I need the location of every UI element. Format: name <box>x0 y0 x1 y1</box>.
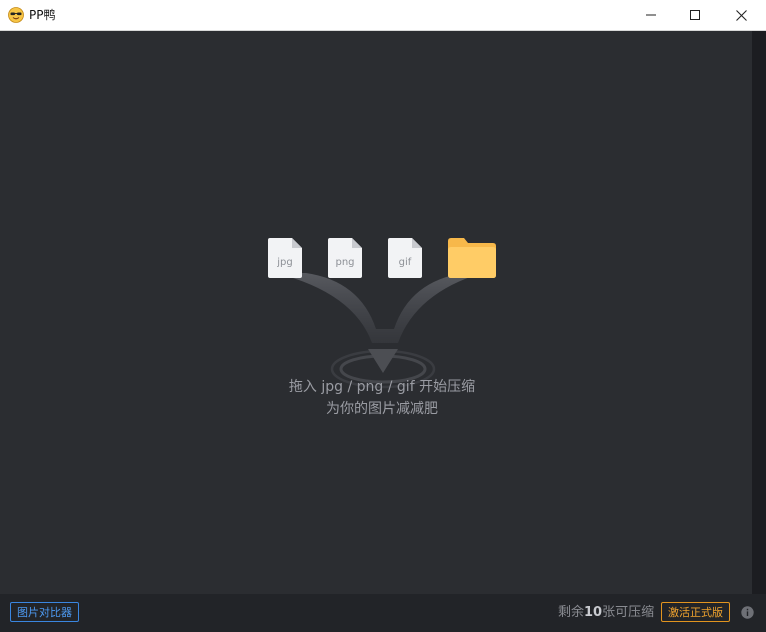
maximize-button[interactable] <box>672 0 718 30</box>
info-icon[interactable] <box>741 606 754 619</box>
image-compare-button[interactable]: 图片对比器 <box>10 602 79 622</box>
folder-icon <box>448 238 496 278</box>
minimize-icon <box>646 14 656 16</box>
file-gif-icon: gif <box>388 238 422 278</box>
close-icon <box>735 9 747 21</box>
drop-hint-primary: 拖入 jpg / png / gif 开始压缩 <box>288 379 476 395</box>
maximize-icon <box>690 10 700 20</box>
remaining-count: 10 <box>584 605 603 620</box>
app-window: PP鸭 jpg png gif 拖入 jpg / png / gif 开始压缩 … <box>0 0 766 632</box>
file-jpg-label: jpg <box>276 257 292 268</box>
funnel-shape <box>276 273 482 343</box>
window-right-edge <box>752 31 766 594</box>
drop-illustration: jpg png gif <box>268 238 496 389</box>
remaining-quota: 剩余10张可压缩 <box>558 604 654 622</box>
remaining-prefix: 剩余 <box>558 605 585 620</box>
drop-hint-secondary: 为你的图片减减肥 <box>326 401 438 417</box>
window-title: PP鸭 <box>29 8 56 22</box>
close-button[interactable] <box>718 0 764 30</box>
drop-zone[interactable]: jpg png gif 拖入 jpg / png / gif 开始压缩 为你的图… <box>0 31 752 594</box>
file-png-icon: png <box>328 238 362 278</box>
file-png-label: png <box>335 257 354 268</box>
arrow-down-icon <box>368 349 398 373</box>
remaining-suffix: 张可压缩 <box>602 605 655 620</box>
title-bar[interactable]: PP鸭 <box>0 0 766 31</box>
activate-full-version-button[interactable]: 激活正式版 <box>661 602 730 622</box>
file-gif-label: gif <box>399 257 412 268</box>
minimize-button[interactable] <box>628 0 674 30</box>
bottom-bar: 图片对比器 剩余10张可压缩 激活正式版 <box>0 594 766 632</box>
file-jpg-icon: jpg <box>268 238 302 278</box>
duck-face-icon <box>8 7 24 23</box>
